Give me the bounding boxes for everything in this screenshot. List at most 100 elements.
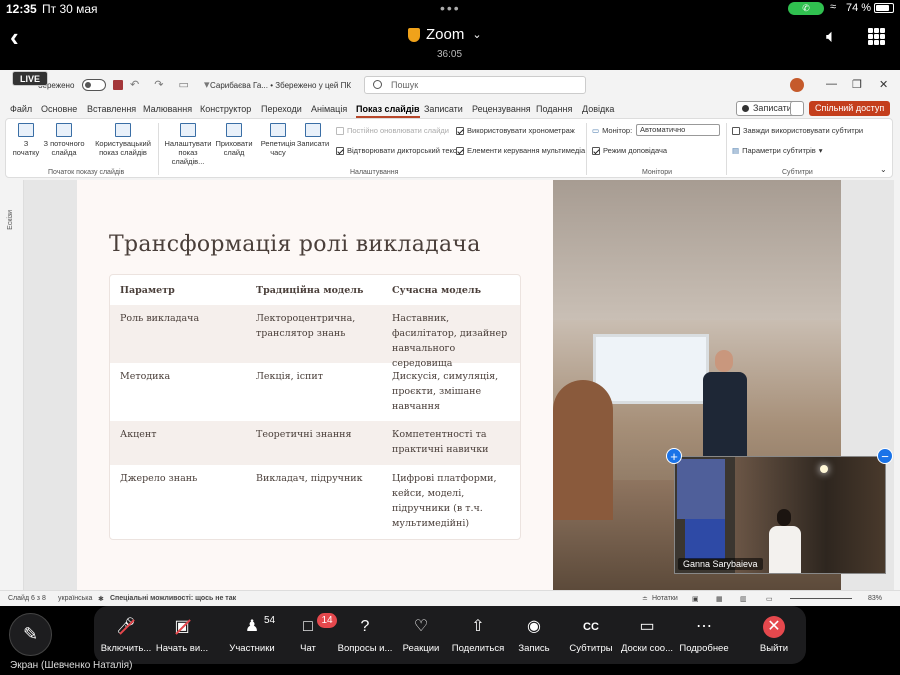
sorter-view-icon[interactable]: ▦ (716, 595, 723, 603)
meeting-controls: 🎤︎ Включить... ▣ Начать ви... ♟ Участники □… (94, 606, 806, 664)
active-call-pill[interactable]: ✆ (788, 2, 824, 15)
subtitle-settings-button[interactable]: ▤ Параметри субтитрів ▾ (732, 146, 822, 155)
annotate-pen-icon[interactable]: ✎ (9, 613, 52, 656)
unmute-button[interactable]: 🎤︎ Включить... (96, 612, 156, 654)
undo-redo-icon[interactable]: ↶ ↷ ▭ ▾ (130, 78, 216, 91)
group-label-setup: Налаштування (350, 169, 399, 176)
avatar[interactable] (790, 78, 804, 92)
table-cell: Дискусія, симуляція, проєкти, змішане на… (392, 371, 499, 412)
thumbnails-pane[interactable]: Ескізи (0, 180, 24, 590)
rehearse-button[interactable]: Репетиція часу (260, 123, 296, 157)
presenter-view-checkbox[interactable]: Режим доповідача (592, 146, 667, 155)
leave-icon: ✕ (763, 616, 785, 638)
media-controls-checkbox[interactable]: Елементи керування мультимедіа (456, 146, 585, 155)
table-cell: Лекція, іспит (256, 371, 323, 382)
zoom-bottom-bar: ✎ 🎤︎ Включить... ▣ Начать ви... ♟ Участники… (0, 606, 900, 675)
mic-muted-icon: 🎤︎ (115, 616, 137, 638)
projector-screen (593, 334, 709, 404)
zoom-ipad-window: 12:35 Пт 30 мая ••• ✆ ≈ 74 % ‹ Zoom ⌄ 36… (0, 0, 900, 675)
battery-icon (874, 3, 894, 13)
battery-percent: 74 % (846, 2, 872, 14)
tab-review[interactable]: Рецензування (472, 104, 531, 114)
tab-slideshow[interactable]: Показ слайдів (356, 104, 420, 118)
cc-icon: CC (583, 621, 599, 633)
stopwatch-icon (270, 123, 286, 137)
share-button[interactable]: Спільний доступ (809, 101, 891, 116)
speaker-icon[interactable]: 🔈︎ (826, 26, 837, 47)
table-cell: Роль викладача (120, 313, 200, 324)
video-muted-icon: ▣ (171, 616, 193, 638)
slideshow-view-icon[interactable]: ▭ (766, 595, 773, 603)
monitor-select[interactable]: Автоматично (636, 124, 720, 136)
record-meeting-button[interactable]: ◉ Запись (504, 612, 564, 654)
chevron-down-icon: ▾ (818, 146, 823, 155)
leave-button[interactable]: ✕ Выйти (744, 612, 804, 654)
participants-icon: ♟ (244, 618, 260, 635)
tab-design[interactable]: Конструктор (200, 104, 251, 114)
notes-button[interactable]: Нотатки (652, 595, 678, 602)
tab-transitions[interactable]: Переходи (261, 104, 302, 114)
divider (726, 123, 727, 175)
table-cell: Цифрові платформи, кейси, моделі, підруч… (392, 473, 497, 529)
tab-record[interactable]: Записати (424, 104, 463, 114)
share-screen-button[interactable]: ⇧ Поделиться (448, 612, 508, 654)
table-cell: Теоретичні знання (256, 429, 352, 440)
from-start-button[interactable]: З початку (12, 123, 40, 157)
custom-show-button[interactable]: Користувацький показ слайдів (92, 123, 154, 157)
tab-draw[interactable]: Малювання (143, 104, 192, 114)
always-subtitles-checkbox[interactable]: Завжди використовувати субтитри (732, 126, 863, 135)
normal-view-icon[interactable]: ▣ (692, 595, 699, 603)
from-current-button[interactable]: З поточного слайда (42, 123, 86, 157)
custom-show-icon (115, 123, 131, 137)
gallery-view-icon[interactable] (868, 28, 885, 45)
record-dot-icon (742, 105, 749, 112)
zoom-level[interactable]: 83% (868, 595, 882, 602)
tab-file[interactable]: Файл (10, 104, 32, 114)
tab-insert[interactable]: Вставлення (87, 104, 136, 114)
meeting-title-button[interactable]: Zoom ⌄ (408, 26, 482, 43)
language[interactable]: українська (58, 595, 92, 602)
document-name[interactable]: Сарибаєва Га... • Збережено у цей ПК (210, 81, 351, 90)
record-slideshow-button[interactable]: Записати (296, 123, 330, 148)
qa-button[interactable]: ? Вопросы и... (335, 612, 395, 654)
setup-show-button[interactable]: Налаштувати показ слайдів... (162, 123, 214, 166)
start-video-button[interactable]: ▣ Начать ви... (152, 612, 212, 654)
setup-icon (180, 123, 196, 137)
close-icon[interactable]: ✕ (879, 78, 888, 91)
reactions-button[interactable]: ♡ Реакции (391, 612, 451, 654)
search-icon (373, 80, 382, 89)
minimize-icon[interactable]: — (826, 78, 837, 90)
whiteboards-button[interactable]: ▭ Доски соо... (617, 612, 677, 654)
more-icon: ⋯ (696, 618, 712, 635)
accessibility-status[interactable]: Спеціальні можливості: щось не так (110, 595, 236, 602)
expand-video-icon[interactable]: + (666, 448, 682, 464)
hide-slide-button[interactable]: Приховати слайд (214, 123, 254, 157)
collapse-ribbon-icon[interactable]: ⌄ (880, 165, 887, 174)
collapse-video-icon[interactable]: − (877, 448, 893, 464)
comments-icon[interactable] (790, 101, 804, 116)
participant-video-tile[interactable]: Ganna Sarybaieva (674, 456, 886, 574)
search-placeholder: Пошук (391, 80, 419, 90)
search-input[interactable]: Пошук (364, 76, 586, 94)
tab-help[interactable]: Довідка (582, 104, 614, 114)
zoom-header: ‹ Zoom ⌄ 36:05 🔈︎ (0, 18, 900, 70)
zoom-slider[interactable] (790, 598, 852, 599)
keep-updated-checkbox[interactable]: Постійно оновлювати слайди (336, 126, 449, 135)
play-narration-checkbox[interactable]: Відтворювати дикторський текст (336, 146, 460, 155)
divider (158, 123, 159, 175)
save-icon[interactable] (113, 80, 123, 90)
tab-view[interactable]: Подання (536, 104, 572, 114)
autosave-toggle[interactable] (82, 79, 106, 91)
captions-button[interactable]: CC Субтитры (561, 612, 621, 654)
more-button[interactable]: ⋯ Подробнее (674, 612, 734, 654)
tab-home[interactable]: Основне (41, 104, 77, 114)
meeting-timer: 36:05 (437, 49, 463, 60)
tab-animations[interactable]: Анімація (311, 104, 347, 114)
restore-icon[interactable]: ❐ (852, 78, 862, 91)
heart-icon: ♡ (413, 618, 429, 635)
multitasking-dots-icon[interactable]: ••• (440, 0, 461, 16)
back-chevron-icon[interactable]: ‹ (10, 22, 19, 53)
use-timings-checkbox[interactable]: Використовувати хронометраж (456, 126, 575, 135)
reading-view-icon[interactable]: ▥ (740, 595, 747, 603)
table-cell: Методика (120, 371, 171, 382)
